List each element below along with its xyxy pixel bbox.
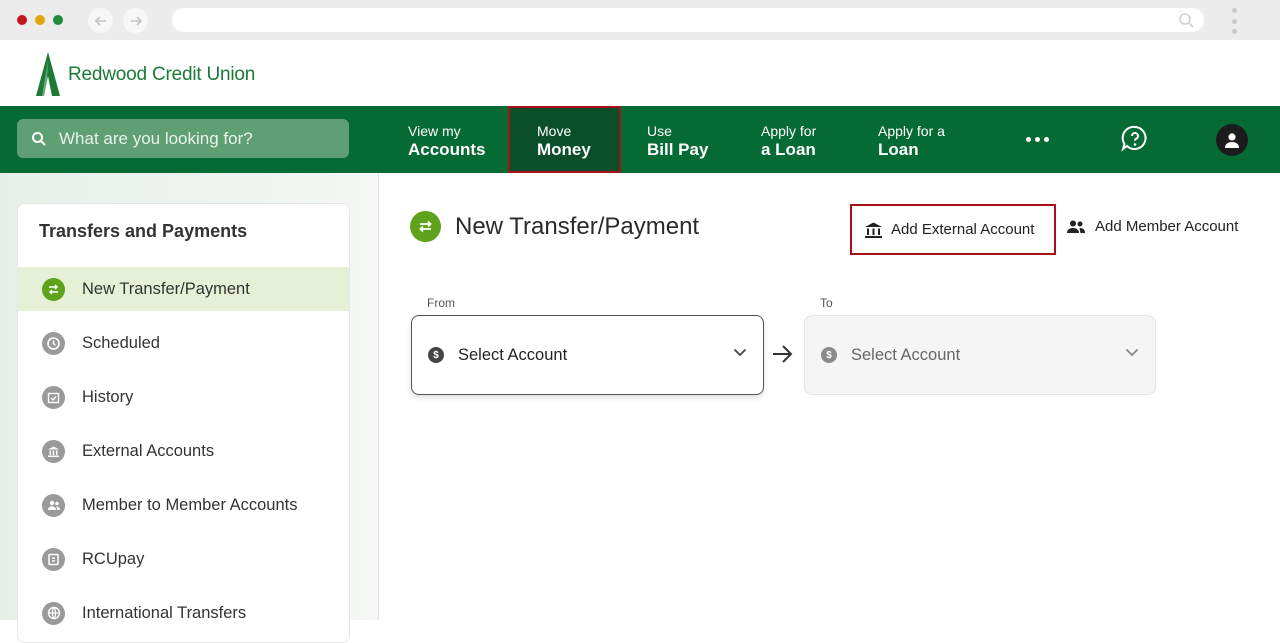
nav-apply-loan-2[interactable]: Apply for a Loan <box>878 106 945 173</box>
nav-label-line2: Bill Pay <box>647 140 709 159</box>
sidebar-panel: Transfers and Payments New Transfer/Paym… <box>17 203 350 643</box>
people-icon <box>1067 220 1085 233</box>
transfer-icon <box>410 211 441 242</box>
nav-label-line2: Accounts <box>408 140 486 159</box>
rcupay-icon <box>42 547 65 571</box>
user-avatar-icon[interactable] <box>1216 124 1248 156</box>
sidebar-item-new-transfer[interactable]: New Transfer/Payment <box>18 267 349 311</box>
page-title: New Transfer/Payment <box>455 213 700 240</box>
to-account-value: Select Account <box>851 345 961 364</box>
brand-name: Redwood Credit Union <box>68 64 256 85</box>
search-icon <box>32 131 46 146</box>
person-icon <box>1225 133 1239 148</box>
people-icon <box>42 493 65 517</box>
logo-bar: Redwood Credit Union <box>0 40 1280 106</box>
sidebar-item-rcupay[interactable]: RCUpay <box>18 537 349 581</box>
dollar-icon: $ <box>428 347 444 363</box>
more-dots-icon[interactable] <box>1026 137 1049 142</box>
search-placeholder: What are you looking for? <box>59 128 253 148</box>
window-maximize-dot[interactable] <box>53 15 63 25</box>
window-close-dot[interactable] <box>17 15 27 25</box>
sidebar-item-external-accounts[interactable]: External Accounts <box>18 429 349 473</box>
forward-arrow-icon <box>130 15 142 26</box>
nav-label-line2: a Loan <box>761 140 816 159</box>
add-external-account-label: Add External Account <box>891 221 1035 238</box>
address-bar[interactable] <box>172 8 1204 32</box>
browser-menu-button[interactable] <box>1230 8 1238 34</box>
add-external-account-button[interactable]: Add External Account <box>850 204 1056 255</box>
sidebar-item-international[interactable]: International Transfers <box>18 591 349 635</box>
add-member-account-button[interactable]: Add Member Account <box>1066 218 1238 235</box>
sidebar-item-member-accounts[interactable]: Member to Member Accounts <box>18 483 349 527</box>
to-account-select[interactable]: $ Select Account <box>804 315 1156 395</box>
nav-move-money[interactable]: Move Money <box>508 106 621 173</box>
nav-bill-pay[interactable]: Use Bill Pay <box>647 106 708 173</box>
sidebar-item-label: New Transfer/Payment <box>82 279 250 298</box>
calendar-check-icon <box>42 385 65 409</box>
nav-label-line2: Money <box>537 140 591 159</box>
browser-back-button[interactable] <box>88 8 113 33</box>
sidebar-item-label: History <box>82 387 134 406</box>
nav-apply-loan[interactable]: Apply for a Loan <box>761 106 816 173</box>
chat-help-icon[interactable] <box>1120 124 1150 154</box>
browser-chrome <box>0 0 1280 40</box>
site-search-input[interactable]: What are you looking for? <box>17 119 349 158</box>
sidebar-item-label: External Accounts <box>82 441 215 460</box>
sidebar-title: Transfers and Payments <box>39 221 248 241</box>
nav-label-line1: Apply for <box>761 123 817 139</box>
main-navigation: What are you looking for? View my Accoun… <box>0 106 1280 173</box>
to-label: To <box>820 296 833 310</box>
add-member-account-label: Add Member Account <box>1095 218 1239 235</box>
sidebar-item-label: Member to Member Accounts <box>82 495 298 514</box>
nav-label-line1: Use <box>647 123 672 139</box>
transfer-icon <box>42 277 65 301</box>
sidebar-item-history[interactable]: History <box>18 375 349 419</box>
browser-forward-button[interactable] <box>123 8 148 33</box>
brand-logo[interactable]: Redwood Credit Union <box>34 52 255 98</box>
bank-icon <box>865 222 882 238</box>
back-arrow-icon <box>94 15 106 26</box>
globe-icon <box>42 601 65 625</box>
nav-label-line1: Move <box>537 123 572 139</box>
search-icon <box>1179 13 1194 28</box>
bank-icon <box>42 439 65 463</box>
arrow-right-icon <box>773 345 793 363</box>
window-minimize-dot[interactable] <box>35 15 45 25</box>
chevron-down-icon <box>733 348 747 357</box>
sidebar-item-scheduled[interactable]: Scheduled <box>18 321 349 365</box>
nav-label-line2: Loan <box>878 140 919 159</box>
from-account-select[interactable]: $ Select Account <box>411 315 764 395</box>
nav-view-accounts[interactable]: View my Accounts <box>408 106 485 173</box>
nav-label-line1: Apply for a <box>878 123 945 139</box>
sidebar-item-label: Scheduled <box>82 333 160 352</box>
from-account-value: Select Account <box>458 345 568 364</box>
from-label: From <box>427 296 455 310</box>
dollar-icon: $ <box>821 347 837 363</box>
clock-icon <box>42 331 65 355</box>
nav-label-line1: View my <box>408 123 461 139</box>
tree-logo-icon <box>36 52 60 96</box>
sidebar-item-label: RCUpay <box>82 549 145 568</box>
chevron-down-icon <box>1125 348 1139 357</box>
